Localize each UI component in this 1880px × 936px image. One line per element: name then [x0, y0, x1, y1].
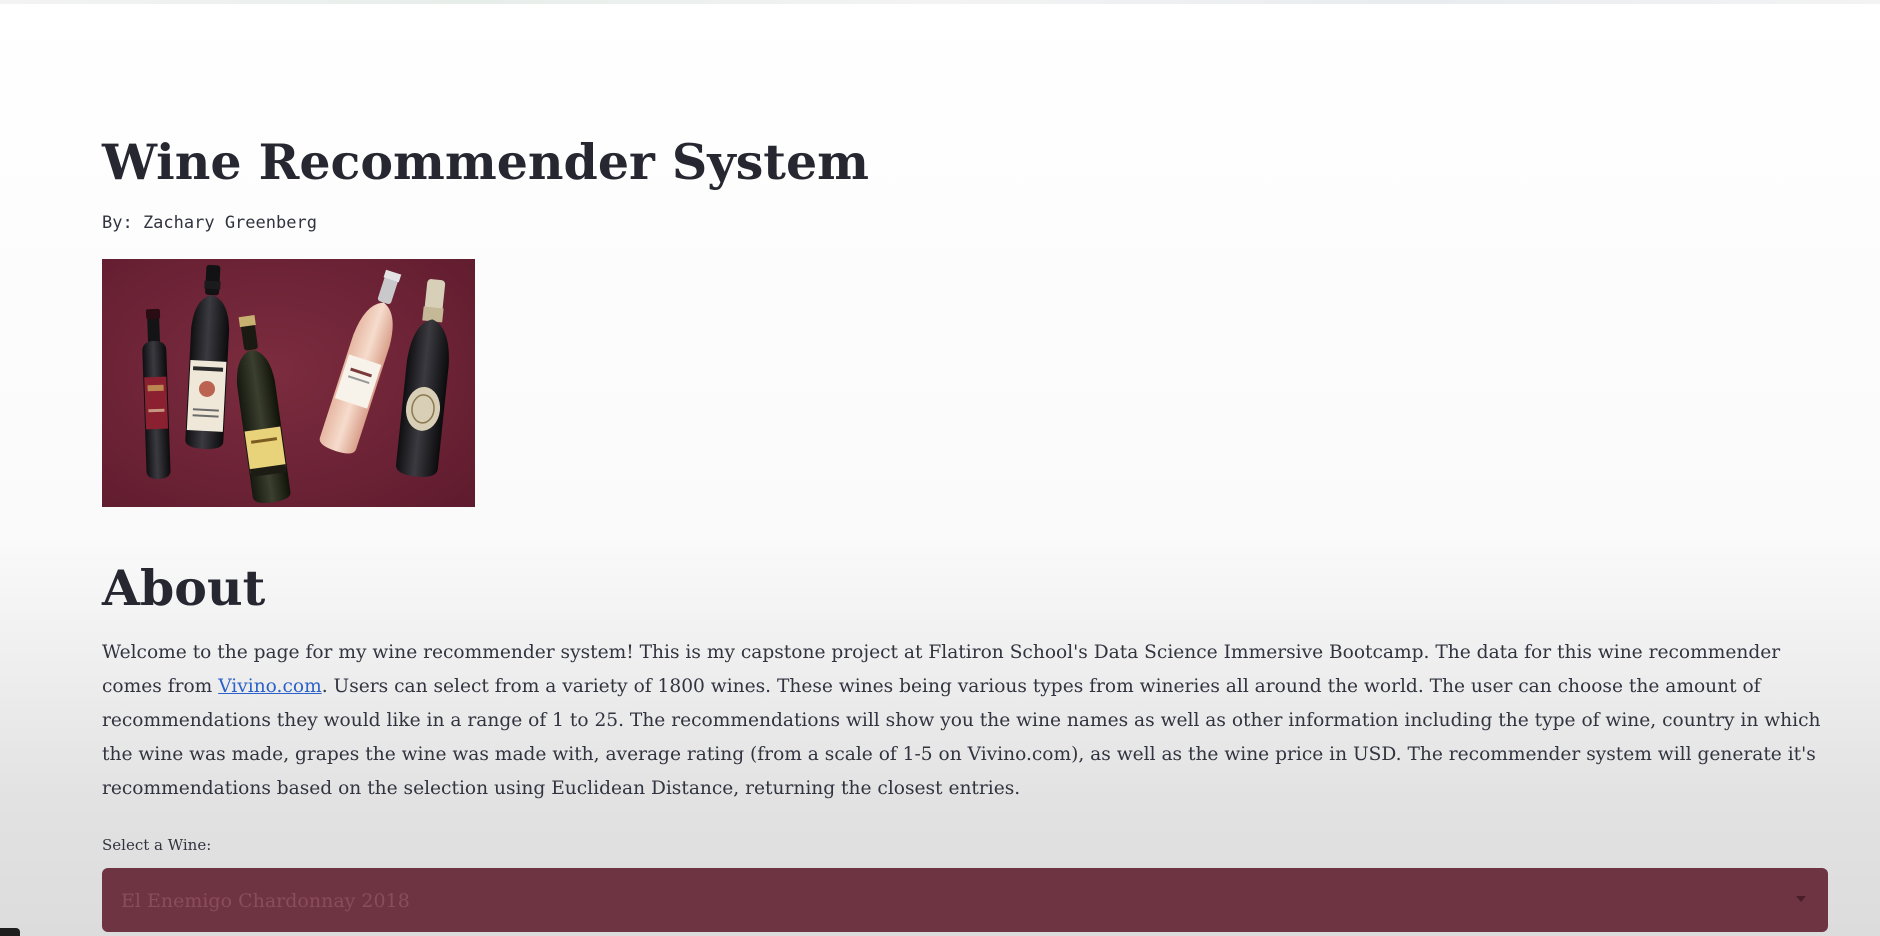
chevron-down-icon[interactable]	[1796, 896, 1806, 902]
author-byline: By: Zachary Greenberg	[102, 213, 317, 233]
about-heading: About	[102, 559, 266, 617]
corner-indicator	[0, 928, 20, 936]
vivino-link[interactable]: Vivino.com	[218, 676, 322, 697]
about-text-body: . Users can select from a variety of 180…	[102, 676, 1821, 799]
page-title: Wine Recommender System	[102, 133, 869, 191]
wine-select-dropdown[interactable]: El Enemigo Chardonnay 2018	[102, 868, 1828, 932]
wine-bottles-image	[102, 259, 475, 507]
wine-bottles-illustration	[142, 264, 449, 503]
about-paragraph: Welcome to the page for my wine recommen…	[102, 636, 1832, 806]
wine-select-value: El Enemigo Chardonnay 2018	[121, 890, 410, 912]
wine-select-label: Select a Wine:	[102, 836, 212, 854]
app-header-strip	[0, 0, 1880, 4]
